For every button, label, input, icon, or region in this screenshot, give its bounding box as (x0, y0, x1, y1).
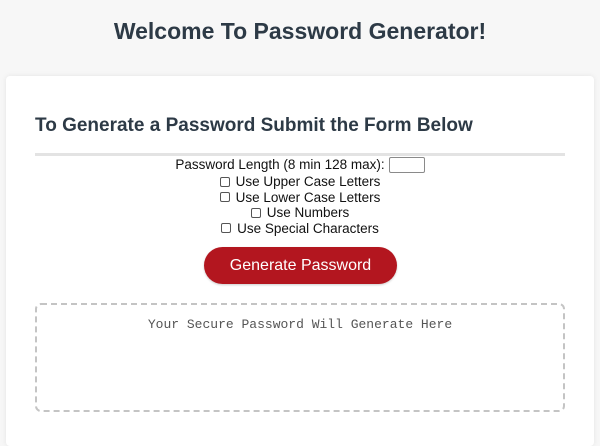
uppercase-checkbox[interactable] (219, 176, 230, 187)
password-options-form: Password Length (8 min 128 max): Use Upp… (6, 156, 594, 236)
uppercase-label[interactable]: Use Upper Case Letters (236, 174, 381, 190)
length-row: Password Length (8 min 128 max): (6, 156, 594, 174)
option-row-lowercase[interactable]: Use Lower Case Letters (6, 190, 594, 206)
numbers-label[interactable]: Use Numbers (267, 205, 350, 221)
password-output[interactable] (35, 303, 565, 412)
length-input[interactable] (388, 157, 425, 173)
numbers-checkbox[interactable] (250, 207, 261, 218)
option-row-numbers[interactable]: Use Numbers (6, 205, 594, 221)
card-header: To Generate a Password Submit the Form B… (35, 115, 473, 136)
generate-password-button[interactable]: Generate Password (204, 247, 397, 284)
option-row-uppercase[interactable]: Use Upper Case Letters (6, 174, 594, 190)
page-title: Welcome To Password Generator! (113, 18, 487, 44)
special-characters-checkbox[interactable] (221, 223, 232, 234)
lowercase-label[interactable]: Use Lower Case Letters (236, 190, 381, 206)
length-label: Password Length (8 min 128 max): (175, 157, 385, 172)
option-row-special[interactable]: Use Special Characters (6, 221, 594, 237)
generator-card: To Generate a Password Submit the Form B… (6, 76, 594, 446)
special-characters-label[interactable]: Use Special Characters (237, 221, 379, 237)
lowercase-checkbox[interactable] (219, 192, 230, 203)
